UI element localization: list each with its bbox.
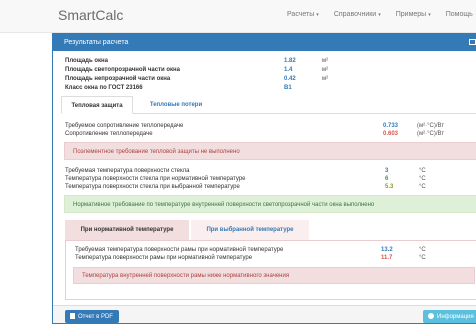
resistance-unit: (м²·°C)/Вт: [417, 123, 445, 129]
chevron-down-icon: ▾: [378, 12, 381, 18]
brand-logo[interactable]: SmartCalc: [58, 7, 123, 23]
subtab-normative-temperature[interactable]: При нормативной температуре: [65, 220, 189, 240]
nav-item-examples[interactable]: Примеры ▾: [396, 11, 431, 18]
frame-temp-label-normative: Температура поверхности рамы при нормати…: [75, 255, 253, 261]
glass-temp-value-selected: 5.3: [385, 184, 394, 190]
summary-value-window-area: 1.82: [284, 58, 296, 64]
summary-unit: м²: [322, 58, 329, 64]
chevron-down-icon: ▾: [316, 12, 319, 18]
frame-temp-unit: °C: [419, 247, 426, 253]
resistance-value-required: 0.733: [383, 123, 399, 129]
top-navbar: SmartCalc Расчеты ▾ Справочники ▾ Примеры ▾…: [0, 0, 476, 33]
glass-temp-value-normative: 6: [385, 176, 389, 182]
resistance-value-actual: 0.603: [383, 131, 399, 137]
info-icon: [428, 313, 434, 319]
tab-heat-loss[interactable]: Тепловые потери: [137, 96, 215, 114]
panel-footer: Отчет в PDF Информация: [53, 305, 476, 323]
alert-protection-failed: Поэлементное требование тепловой защиты …: [64, 142, 476, 160]
frame-temp-value-normative: 11.7: [381, 255, 393, 261]
info-button[interactable]: Информация: [423, 310, 476, 323]
nav-item-calculations[interactable]: Расчеты ▾: [287, 11, 319, 18]
panel-heading: Результаты расчета: [53, 34, 476, 51]
glass-temp-label-required: Требуемая температура поверхности стекла: [65, 168, 190, 174]
pdf-report-label: Отчет в PDF: [78, 314, 113, 320]
chevron-down-icon: ▾: [428, 12, 431, 18]
nav-item-references[interactable]: Справочники ▾: [334, 11, 381, 18]
resistance-label-actual: Сопротивление теплопередаче: [65, 131, 153, 137]
nav-item-label: Примеры: [395, 11, 427, 18]
nav-menu: Расчеты ▾ Справочники ▾ Примеры ▾ Помощь: [287, 11, 473, 18]
glass-temp-unit: °C: [419, 184, 426, 190]
collapse-icon[interactable]: [469, 39, 476, 45]
frame-temp-unit: °C: [419, 255, 426, 261]
summary-value-glazing-area: 1.4: [284, 67, 293, 73]
summary-value-opaque-area: 0.42: [284, 76, 296, 82]
frame-temp-value-required: 13.2: [381, 247, 393, 253]
glass-temp-label-normative: Температура поверхности стекла при норма…: [65, 176, 246, 182]
glass-temp-value-required: 3: [385, 168, 389, 174]
resistance-label-required: Требуемое сопротивление теплопередаче: [65, 123, 184, 129]
file-pdf-icon: [70, 313, 75, 319]
panel-title: Результаты расчета: [64, 39, 129, 46]
alert-frame-below-norm: Температура внутренней поверхности рамы …: [73, 267, 475, 284]
summary-label-glazing-area: Площадь светопрозрачной части окна: [65, 67, 180, 73]
nav-item-label: Расчеты: [287, 11, 315, 18]
resistance-unit: (м²·°C)/Вт: [417, 131, 445, 137]
tab-thermal-protection[interactable]: Тепловая защита: [61, 96, 133, 114]
glass-temp-unit: °C: [419, 176, 426, 182]
pdf-report-button[interactable]: Отчет в PDF: [65, 310, 119, 323]
glass-temp-unit: °C: [419, 168, 426, 174]
summary-unit: м²: [322, 67, 329, 73]
results-panel: Результаты расчета Площадь окна 1.82 м² …: [52, 33, 476, 324]
main-tabs: Тепловая защита Тепловые потери: [61, 96, 476, 114]
nav-item-help[interactable]: Помощь: [446, 11, 473, 18]
alert-glass-ok: Нормативное требование по температуре вн…: [64, 195, 476, 213]
summary-value-window-class: B1: [284, 85, 292, 91]
info-label: Информация: [437, 314, 474, 320]
subtab-selected-temperature[interactable]: При выбранной температуре: [191, 220, 309, 240]
frame-temp-label-required: Требуемая температура поверхности рамы п…: [75, 247, 284, 253]
nav-item-label: Справочники: [333, 11, 377, 18]
summary-unit: м²: [322, 76, 329, 82]
summary-label-opaque-area: Площадь непрозрачной части окна: [65, 76, 171, 82]
summary-label-window-area: Площадь окна: [65, 58, 108, 64]
summary-label-window-class: Класс окна по ГОСТ 23166: [65, 85, 143, 91]
glass-temp-label-selected: Температура поверхности стекла при выбра…: [65, 184, 240, 190]
